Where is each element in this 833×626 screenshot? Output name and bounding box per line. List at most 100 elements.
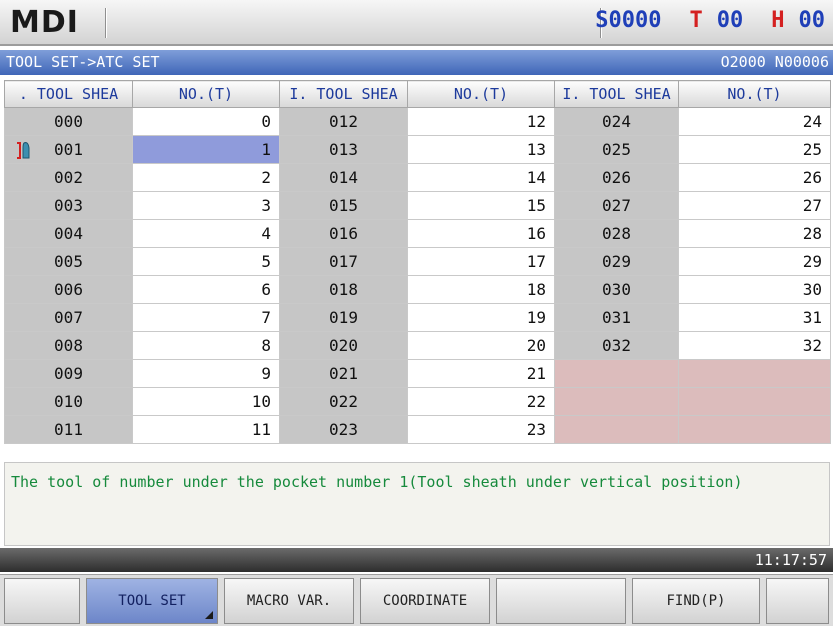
pocket-number-cell[interactable]: 010 — [4, 387, 133, 416]
tool-number-cell[interactable]: 13 — [407, 135, 555, 164]
tool-number-cell[interactable]: 17 — [407, 247, 555, 276]
tool-number-cell[interactable]: 32 — [678, 331, 831, 360]
empty-cell[interactable] — [678, 415, 831, 444]
screen-path-bar: TOOL SET->ATC SET O2000 N00006 — [0, 50, 833, 75]
tool-number-cell[interactable]: 26 — [678, 163, 831, 192]
pocket-number-cell[interactable]: 002 — [4, 163, 133, 192]
tool-number-cell[interactable]: 8 — [132, 331, 280, 360]
column-header-tool-no: NO.(T) — [132, 80, 280, 108]
pocket-number-cell[interactable]: 019 — [279, 303, 408, 332]
tool-number-cell[interactable]: 28 — [678, 219, 831, 248]
column-header-pocket: I. TOOL SHEA — [554, 80, 679, 108]
pocket-number: 003 — [54, 196, 83, 215]
table-row: 003 3 015 15 027 27 — [4, 191, 831, 220]
empty-cell[interactable] — [678, 387, 831, 416]
pocket-number-cell[interactable]: 003 — [4, 191, 133, 220]
tool-number-cell[interactable]: 22 — [407, 387, 555, 416]
tool-number-cell[interactable]: 0 — [132, 107, 280, 136]
tool-number-cell[interactable]: 15 — [407, 191, 555, 220]
pocket-number: 008 — [54, 336, 83, 355]
tool-number-cell[interactable]: 29 — [678, 247, 831, 276]
tool-number-cell[interactable]: 24 — [678, 107, 831, 136]
pocket-number-cell[interactable]: 000 — [4, 107, 133, 136]
pocket-number-cell[interactable]: 027 — [554, 191, 679, 220]
time-bar: 11:17:57 — [0, 548, 833, 572]
tool-number-cell[interactable]: 5 — [132, 247, 280, 276]
pocket-number-cell[interactable]: 008 — [4, 331, 133, 360]
pocket-number-cell[interactable]: 026 — [554, 163, 679, 192]
softkey-blank[interactable] — [766, 578, 829, 624]
pocket-number-cell[interactable]: 023 — [279, 415, 408, 444]
empty-cell[interactable] — [554, 415, 679, 444]
pocket-number-cell[interactable]: 029 — [554, 247, 679, 276]
pocket-number: 020 — [329, 336, 358, 355]
offset-number: H 00 — [771, 8, 825, 33]
pocket-number-cell[interactable]: 012 — [279, 107, 408, 136]
tool-number-cell[interactable]: 20 — [407, 331, 555, 360]
pocket-number: 031 — [602, 308, 631, 327]
empty-cell[interactable] — [554, 359, 679, 388]
pocket-number-cell[interactable]: 005 — [4, 247, 133, 276]
tool-number-cell[interactable]: 18 — [407, 275, 555, 304]
tool-number-cell[interactable]: 14 — [407, 163, 555, 192]
softkey-macro-var[interactable]: MACRO VAR. — [224, 578, 354, 624]
softkey-coordinate[interactable]: COORDINATE — [360, 578, 490, 624]
table-row: 002 2 014 14 026 26 — [4, 163, 831, 192]
pocket-number-cell[interactable]: 009 — [4, 359, 133, 388]
program-block-number: O2000 N00006 — [720, 53, 829, 71]
tool-number-cell[interactable]: 19 — [407, 303, 555, 332]
pocket-number-cell[interactable]: 001 — [4, 135, 133, 164]
tool-number-cell[interactable]: 7 — [132, 303, 280, 332]
softkey-label: MACRO VAR. — [246, 593, 332, 609]
pocket-number-cell[interactable]: 024 — [554, 107, 679, 136]
tool-number-cell[interactable]: 6 — [132, 275, 280, 304]
pocket-number: 016 — [329, 224, 358, 243]
pocket-number: 015 — [329, 196, 358, 215]
table-row: 005 5 017 17 029 29 — [4, 247, 831, 276]
pocket-number-cell[interactable]: 015 — [279, 191, 408, 220]
softkey-blank[interactable] — [4, 578, 80, 624]
tool-number-cell[interactable]: 30 — [678, 275, 831, 304]
pocket-number-cell[interactable]: 028 — [554, 219, 679, 248]
pocket-number-cell[interactable]: 018 — [279, 275, 408, 304]
tool-number-cell[interactable]: 3 — [132, 191, 280, 220]
tool-number-cell[interactable]: 9 — [132, 359, 280, 388]
pocket-number-cell[interactable]: 006 — [4, 275, 133, 304]
tool-number-cell[interactable]: 12 — [407, 107, 555, 136]
tool-number-cell[interactable]: 25 — [678, 135, 831, 164]
pocket-number-cell[interactable]: 022 — [279, 387, 408, 416]
pocket-number-cell[interactable]: 025 — [554, 135, 679, 164]
pocket-number-cell[interactable]: 007 — [4, 303, 133, 332]
softkey-tool-set[interactable]: TOOL SET — [86, 578, 218, 624]
pocket-number-cell[interactable]: 014 — [279, 163, 408, 192]
pocket-number-cell[interactable]: 030 — [554, 275, 679, 304]
tool-number-cell[interactable]: 4 — [132, 219, 280, 248]
pocket-number-cell[interactable]: 011 — [4, 415, 133, 444]
pocket-number-cell[interactable]: 031 — [554, 303, 679, 332]
softkey-find-p[interactable]: FIND(P) — [632, 578, 760, 624]
tool-number-cell[interactable]: 16 — [407, 219, 555, 248]
pocket-number-cell[interactable]: 013 — [279, 135, 408, 164]
tool-number: T 00 — [689, 8, 744, 33]
tool-number-cell[interactable]: 10 — [132, 387, 280, 416]
tool-number-cell[interactable]: 23 — [407, 415, 555, 444]
tool-number-cell[interactable]: 27 — [678, 191, 831, 220]
empty-cell[interactable] — [554, 387, 679, 416]
pocket-number-cell[interactable]: 016 — [279, 219, 408, 248]
softkey-label: TOOL SET — [118, 593, 186, 609]
tool-number-cell[interactable]: 21 — [407, 359, 555, 388]
pocket-number-cell[interactable]: 021 — [279, 359, 408, 388]
screen-path: TOOL SET->ATC SET — [6, 53, 160, 71]
pocket-number-cell[interactable]: 020 — [279, 331, 408, 360]
pocket-number-cell[interactable]: 004 — [4, 219, 133, 248]
pocket-number-cell[interactable]: 032 — [554, 331, 679, 360]
tool-number-cell[interactable]: 1 — [132, 135, 280, 164]
empty-cell[interactable] — [678, 359, 831, 388]
tool-number-cell[interactable]: 31 — [678, 303, 831, 332]
tool-number-cell[interactable]: 11 — [132, 415, 280, 444]
softkey-label: COORDINATE — [382, 593, 468, 609]
top-status-bar: MDI S0000 T 00 H 00 — [0, 0, 833, 46]
tool-number-cell[interactable]: 2 — [132, 163, 280, 192]
softkey-blank[interactable] — [496, 578, 626, 624]
pocket-number-cell[interactable]: 017 — [279, 247, 408, 276]
